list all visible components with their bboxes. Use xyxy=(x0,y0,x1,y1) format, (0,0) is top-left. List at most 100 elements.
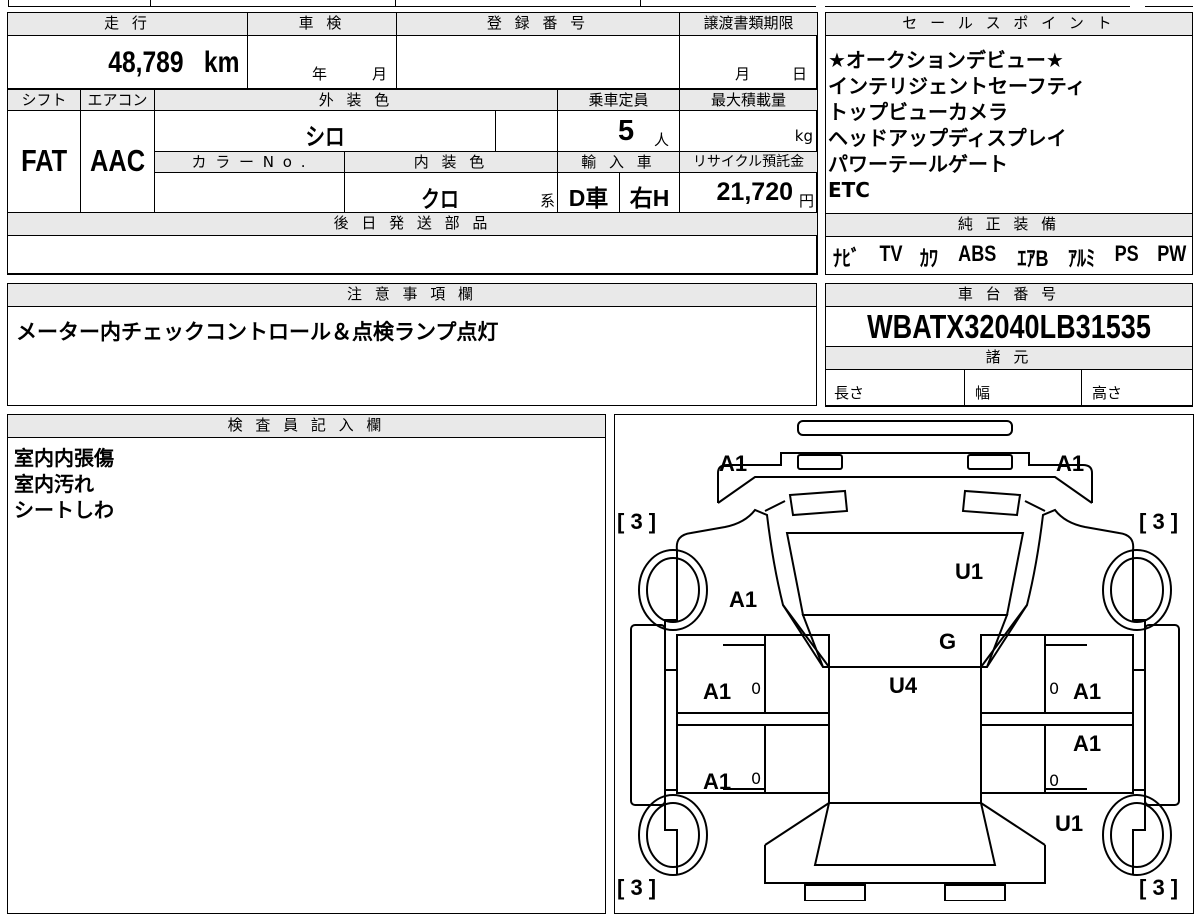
sales-line: トップビューカメラ xyxy=(828,100,1008,124)
mark-tire-fr: [ 3 ] xyxy=(1139,509,1179,534)
length-label: 長さ xyxy=(834,384,865,402)
import-header: 輸 入 車 xyxy=(557,151,680,173)
width-label: 幅 xyxy=(975,384,991,402)
height-cell: 高さ xyxy=(1081,369,1193,407)
capacity-cell: 5 人 xyxy=(557,110,680,152)
exterior-value: シロ xyxy=(305,124,345,151)
width-cell: 幅 xyxy=(964,369,1082,407)
mark-fender-left: A1 xyxy=(729,587,758,612)
sales-line: ETC xyxy=(828,178,870,202)
inspector-box: 検 査 員 記 入 欄 室内内張傷 室内汚れ シートしわ xyxy=(7,414,606,914)
equipment-item: ｱﾙﾐ xyxy=(1068,246,1096,271)
equipment-item: ﾅﾋﾞ xyxy=(832,246,861,271)
ac-header: エアコン xyxy=(80,89,155,111)
mark-front-left: A1 xyxy=(719,451,748,476)
recycle-unit: 円 xyxy=(798,192,814,210)
mark-quarter-right: U1 xyxy=(1055,811,1084,836)
registration-cell xyxy=(396,35,680,89)
shift-header: シフト xyxy=(7,89,81,111)
recycle-header: リサイクル預託金 xyxy=(679,151,818,173)
mileage-unit: km xyxy=(203,46,240,79)
recycle-cell: 21,720 円 xyxy=(679,172,818,213)
sales-point-lines: ★オークションデビュー★ インテリジェントセーフティ トップビューカメラ ヘッド… xyxy=(828,47,1190,203)
equipment-item: ABS xyxy=(957,241,996,266)
damage-diagram-box: A1 A1 [ 3 ] [ 3 ] A1 U1 G U4 A1 0 A1 0 0… xyxy=(614,414,1194,914)
colorno-cell xyxy=(154,172,345,213)
colorno-header: カ ラ ー N o . xyxy=(154,151,345,173)
mark-zero-rr: 0 xyxy=(1049,771,1060,790)
transfer-deadline-header: 譲渡書類期限 xyxy=(679,12,818,36)
equipment-item: PW xyxy=(1157,241,1187,266)
sales-point-header: セ ー ル ス ポ イ ン ト xyxy=(825,12,1193,36)
import-type-cell: D車 xyxy=(557,172,620,213)
chassis-number: WBATX32040LB31535 xyxy=(867,308,1151,345)
mark-door-fr: A1 xyxy=(1073,679,1102,704)
inspector-header: 検 査 員 記 入 欄 xyxy=(7,414,606,438)
maxload-header: 最大積載量 xyxy=(679,89,818,111)
recycle-value: 21,720 xyxy=(716,178,793,206)
transfer-deadline-cell: 月 日 xyxy=(679,35,818,89)
exterior-cell: シロ xyxy=(154,110,496,152)
chassis-header: 車 台 番 号 xyxy=(825,283,1193,307)
equipment-item: ｶﾜ xyxy=(920,246,939,271)
length-cell: 長さ xyxy=(825,369,965,407)
steering-value: 右H xyxy=(629,185,670,211)
shift-cell: FAT xyxy=(7,110,81,213)
mark-zero-fr: 0 xyxy=(1049,679,1060,698)
sales-line: インテリジェントセーフティ xyxy=(828,74,1086,98)
vehicle-info-table: 走 行 車 検 登 録 番 号 譲渡書類期限 48,789 km 年 月 月 日… xyxy=(7,12,818,275)
mark-roof: U4 xyxy=(889,673,918,698)
shift-value: FAT xyxy=(20,143,68,178)
shaken-header: 車 検 xyxy=(247,12,397,36)
equipment-item: TV xyxy=(879,241,903,266)
mark-tire-rr: [ 3 ] xyxy=(1139,875,1179,900)
equipment-item: PS xyxy=(1114,241,1139,266)
sales-point-box: セ ー ル ス ポ イ ン ト ★オークションデビュー★ インテリジェントセーフ… xyxy=(825,12,1193,275)
transfer-day-mark: 日 xyxy=(792,65,808,83)
inspector-line: シートしわ xyxy=(14,498,114,522)
mark-tire-rl: [ 3 ] xyxy=(617,875,657,900)
capacity-unit: 人 xyxy=(654,131,670,149)
notes-text: メーター内チェックコントロール＆点検ランプ点灯 xyxy=(16,320,499,344)
sales-line: ★オークションデビュー★ xyxy=(828,48,1064,72)
equipment-item: ｴｱB xyxy=(1017,246,1049,271)
specs-header: 諸 元 xyxy=(825,346,1193,370)
mark-door-rr: A1 xyxy=(1073,731,1102,756)
inspector-line: 室内内張傷 xyxy=(14,446,114,470)
steering-cell: 右H xyxy=(619,172,680,213)
exterior-extra-cell xyxy=(495,110,558,152)
interior-header: 内 装 色 xyxy=(344,151,558,173)
interior-value: クロ xyxy=(421,186,459,212)
equipment-header: 純 正 装 備 xyxy=(825,213,1193,237)
equipment-list: ﾅﾋﾞ TV ｶﾜ ABS ｴｱB ｱﾙﾐ PS PW xyxy=(830,241,1190,273)
import-type-value: D車 xyxy=(568,185,609,211)
later-parts-cell xyxy=(7,235,818,275)
mark-zero-fl: 0 xyxy=(751,679,762,698)
registration-header: 登 録 番 号 xyxy=(396,12,680,36)
capacity-value: 5 xyxy=(618,115,635,147)
mileage-cell: 48,789 km xyxy=(7,35,248,89)
mark-hood: U1 xyxy=(955,559,984,584)
maxload-unit: kg xyxy=(794,127,813,145)
mark-zero-rl: 0 xyxy=(751,769,762,788)
shaken-year-mark: 年 xyxy=(312,65,328,83)
ac-cell: AAC xyxy=(80,110,155,213)
mileage-value: 48,789 xyxy=(107,46,184,79)
interior-cell: クロ 系 xyxy=(344,172,558,213)
exterior-header: 外 装 色 xyxy=(154,89,558,111)
later-parts-header: 後 日 発 送 部 品 xyxy=(7,212,818,236)
mark-door-fl: A1 xyxy=(703,679,732,704)
sales-line: パワーテールゲート xyxy=(828,152,1008,176)
sales-line: ヘッドアップディスプレイ xyxy=(828,126,1067,150)
interior-suffix: 系 xyxy=(539,192,555,210)
mark-windshield: G xyxy=(939,629,957,654)
height-label: 高さ xyxy=(1092,384,1123,402)
transfer-month-mark: 月 xyxy=(735,65,751,83)
top-remnant-strip xyxy=(0,0,1200,7)
mileage-header: 走 行 xyxy=(7,12,248,36)
inspector-lines: 室内内張傷 室内汚れ シートしわ xyxy=(14,445,114,523)
chassis-box: 車 台 番 号 WBATX32040LB31535 諸 元 長さ 幅 高さ xyxy=(825,283,1193,407)
inspector-line: 室内汚れ xyxy=(14,472,94,496)
capacity-header: 乗車定員 xyxy=(557,89,680,111)
mark-door-rl: A1 xyxy=(703,769,732,794)
